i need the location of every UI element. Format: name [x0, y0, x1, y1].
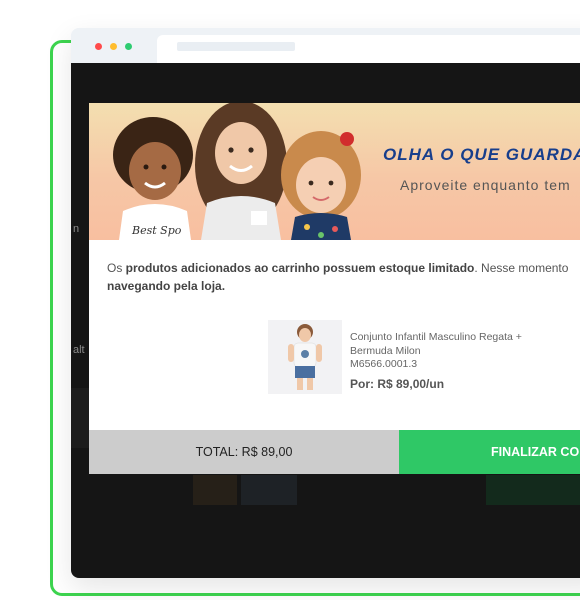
banner-title: OLHA O QUE GUARDAMO — [383, 145, 580, 164]
children-photo — [113, 103, 361, 240]
stage: n alt TE — [0, 0, 580, 600]
product-name[interactable]: Conjunto Infantil Masculino Regata + Ber… — [350, 330, 530, 358]
maximize-window-dot[interactable] — [125, 43, 132, 50]
cart-product-item[interactable]: Conjunto Infantil Masculino Regata + Ber… — [268, 320, 568, 394]
promo-banner: Best Spo OLHA O QUE GUARDAMO Aproveite e… — [89, 103, 580, 240]
background-thumb — [241, 475, 297, 505]
product-sku: M6566.0001.3 — [350, 358, 418, 370]
message-bold-text: produtos adicionados ao carrinho possuem… — [125, 261, 475, 275]
product-image[interactable] — [268, 320, 342, 394]
checkout-button[interactable]: FINALIZAR CO — [399, 430, 580, 474]
message-text: . Nesse momento — [474, 261, 569, 275]
stock-warning-message: Os produtos adicionados ao carrinho poss… — [107, 259, 580, 295]
message-text: Os — [107, 261, 126, 275]
background-text-fragment: n — [73, 223, 80, 235]
browser-chrome — [71, 28, 580, 63]
address-bar-placeholder[interactable] — [177, 42, 295, 51]
stock-limit-modal: Best Spo OLHA O QUE GUARDAMO Aproveite e… — [89, 103, 580, 474]
page-viewport: n alt TE — [71, 63, 580, 578]
minimize-window-dot[interactable] — [110, 43, 117, 50]
banner-subtitle: Aproveite enquanto tem — [400, 177, 571, 193]
background-thumb — [193, 475, 237, 505]
browser-window: n alt TE — [71, 28, 580, 578]
product-price: Por: R$ 89,00/un — [350, 377, 445, 391]
message-bold-text: navegando pela loja. — [107, 279, 226, 293]
background-text-fragment: alt — [73, 344, 85, 356]
cart-total: TOTAL: R$ 89,00 — [89, 430, 399, 474]
shirt-print-text: Best Spo — [132, 224, 182, 237]
background-button — [486, 475, 580, 505]
close-window-dot[interactable] — [95, 43, 102, 50]
